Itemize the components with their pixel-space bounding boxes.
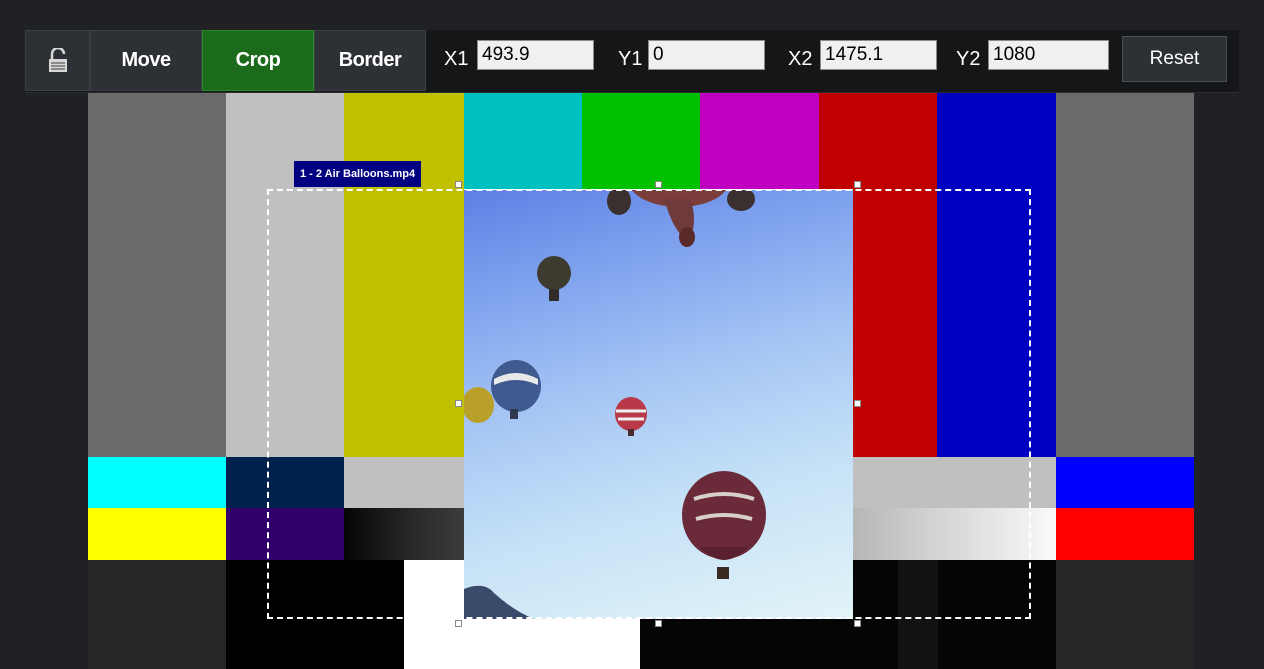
resize-handle-bottom-right[interactable] — [854, 620, 861, 627]
preview-canvas[interactable]: 1 - 2 Air Balloons.mp4 — [0, 93, 1264, 669]
mid-cyan — [88, 457, 226, 508]
crop-toolbar: Move Crop Border X1 493.9 Y1 0 X2 1475.1… — [25, 30, 1239, 93]
bar-gray-left — [88, 93, 226, 457]
bar-green — [582, 93, 700, 189]
y2-input[interactable]: 1080 — [988, 40, 1109, 70]
lock-button[interactable] — [25, 30, 90, 91]
reset-button[interactable]: Reset — [1122, 36, 1227, 82]
mid-blue — [1056, 457, 1194, 508]
resize-handle-bottom[interactable] — [655, 620, 662, 627]
bar-gray-right — [1056, 93, 1194, 457]
x1-input[interactable]: 493.9 — [477, 40, 594, 70]
resize-handle-top-left[interactable] — [455, 181, 462, 188]
y1-label: Y1 — [618, 48, 643, 70]
source-name-label: 1 - 2 Air Balloons.mp4 — [294, 161, 422, 187]
window-top-strip — [0, 0, 1264, 30]
unlocked-padlock-icon — [48, 47, 67, 72]
move-button[interactable]: Move — [90, 30, 202, 91]
x2-input[interactable]: 1475.1 — [820, 40, 937, 70]
resize-handle-right[interactable] — [854, 400, 861, 407]
frame-top-edge — [464, 189, 853, 190]
row-red — [1056, 508, 1194, 560]
y1-input[interactable]: 0 — [648, 40, 765, 70]
resize-handle-top[interactable] — [655, 181, 662, 188]
resize-handle-top-right[interactable] — [854, 181, 861, 188]
y2-label: Y2 — [956, 48, 981, 70]
x2-label: X2 — [788, 48, 813, 70]
x1-label: X1 — [444, 48, 469, 70]
row-yellow — [88, 508, 226, 560]
bar-magenta — [700, 93, 819, 189]
bottom-dark-right — [1056, 560, 1194, 669]
crop-selection-outline[interactable] — [267, 189, 1031, 619]
resize-handle-bottom-left[interactable] — [455, 620, 462, 627]
bottom-dark-left — [88, 560, 226, 669]
crop-button[interactable]: Crop — [202, 30, 314, 91]
border-button[interactable]: Border — [314, 30, 426, 91]
resize-handle-left[interactable] — [455, 400, 462, 407]
bar-cyan — [464, 93, 582, 189]
